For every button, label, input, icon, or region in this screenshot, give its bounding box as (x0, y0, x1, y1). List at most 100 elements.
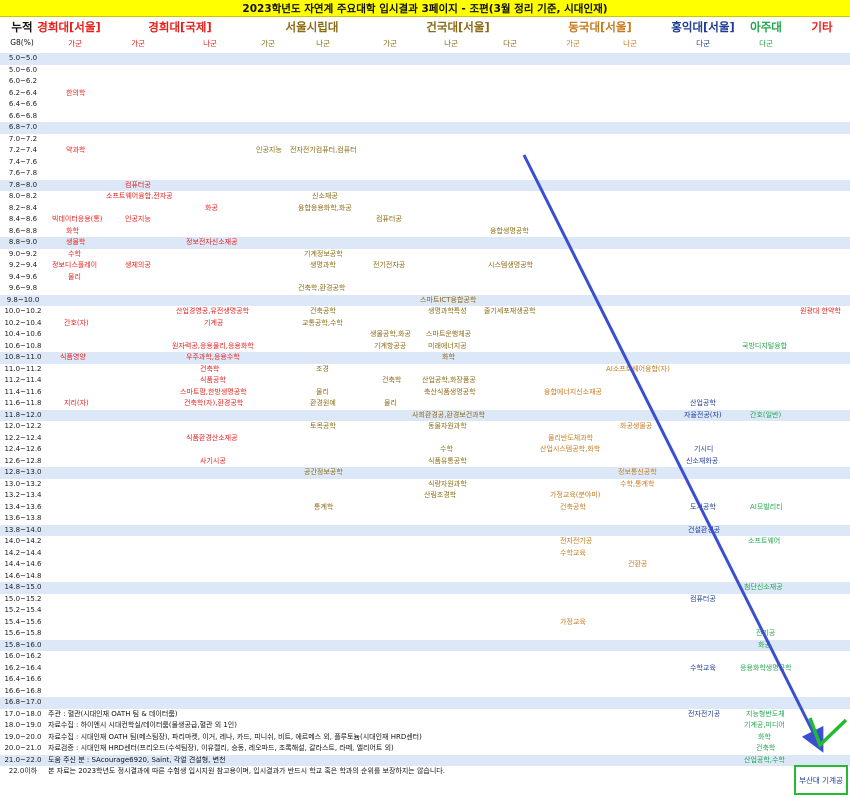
department-entry: 수학 (440, 445, 453, 453)
admission-group-header: 가군 (68, 39, 82, 48)
row-band (0, 53, 850, 65)
department-entry: 컴퓨터공 (376, 215, 402, 223)
department-entry: 생명과학 (310, 261, 336, 269)
score-range-label: 15.8~16.0 (4, 640, 42, 649)
department-entry: 도시공학 (690, 502, 716, 511)
score-range-label: 16.0~16.2 (4, 652, 42, 660)
department-entry: 식품영양 (60, 353, 86, 361)
department-entry: 융합에너지신소재공 (544, 387, 602, 396)
score-range-label: 16.6~16.8 (4, 686, 42, 695)
score-range-label: 14.2~14.4 (4, 548, 42, 557)
score-range-label: 8.8~9.0 (8, 238, 38, 246)
department-entry: 전자전기공 (560, 537, 593, 545)
score-range-label: 9.8~10.0 (6, 295, 40, 304)
score-range-label: 6.8~7.0 (8, 123, 38, 131)
department-entry: 산림조경학 (424, 491, 457, 499)
score-range-label: 14.4~14.6 (4, 560, 42, 568)
score-range-label: 11.6~11.8 (4, 399, 42, 407)
score-range-label: 9.2~9.4 (8, 261, 38, 269)
department-entry: 생물학 (66, 238, 86, 246)
department-entry: 산업공학 (690, 399, 716, 407)
department-entry: 통계학 (314, 502, 334, 511)
credit-note: 주관 : 혈관(시대인재 OATH 팀 & 데이터룸) (48, 709, 178, 718)
department-entry: 원자력공,응용물리,응용화학 (172, 341, 254, 350)
department-entry: 화학 (66, 226, 79, 235)
score-range-label: 20.0~21.0 (4, 744, 42, 752)
department-entry: 가정교육(분야미) (550, 491, 601, 499)
department-entry: 인공지능 (256, 146, 282, 154)
score-range-label: 16.4~16.6 (4, 675, 42, 683)
department-entry: 자율전공(자) (684, 410, 722, 419)
department-entry: 화공 (205, 203, 218, 212)
score-range-label: 15.6~15.8 (4, 629, 42, 637)
score-range-label: 9.0~9.2 (8, 249, 38, 258)
score-range-label: 14.6~14.8 (4, 571, 42, 580)
score-range-label: 12.6~12.8 (4, 456, 42, 465)
department-entry: 공간정보공학 (304, 468, 343, 476)
university-header: 홍익대[서울] (671, 20, 735, 34)
department-entry: 수학교육 (690, 663, 716, 672)
score-range-label: 10.8~11.0 (4, 353, 42, 361)
score-range-label: 19.0~20.0 (4, 732, 42, 741)
department-entry: 간호(자) (64, 318, 89, 327)
score-range-label: 17.0~18.0 (4, 709, 42, 718)
admission-group-header: 다군 (759, 39, 773, 48)
admission-group-header: 나군 (316, 39, 330, 48)
score-range-label: 12.8~13.0 (4, 468, 42, 476)
score-range-label: 8.0~8.2 (8, 192, 38, 200)
score-range-label: 7.8~8.0 (8, 180, 38, 189)
department-entry: 원광대 한약학 (800, 307, 841, 315)
department-entry: 응용화학생명공학 (740, 663, 792, 672)
department-entry: 건설환경공 (688, 525, 721, 534)
corner-sublabel: G8(%) (10, 38, 34, 47)
department-entry: 생체의공 (125, 261, 151, 269)
department-entry: 건환공 (628, 560, 648, 568)
department-entry: 건축공학 (310, 307, 336, 315)
department-entry: 토목공학 (310, 422, 336, 430)
score-range-label: 6.6~6.8 (8, 111, 38, 120)
score-range-label: 5.0~5.0 (8, 54, 38, 62)
row-band (0, 237, 850, 249)
department-entry: 지리(자) (64, 399, 89, 407)
department-entry: AI소프트웨어융합(자) (606, 364, 670, 373)
score-range-label: 10.2~10.4 (4, 318, 42, 327)
department-entry: 건축학 (200, 364, 220, 373)
score-range-label: 6.0~6.2 (8, 77, 38, 85)
score-range-label: 7.2~7.4 (8, 146, 38, 154)
university-header: 서울시립대 (285, 20, 339, 34)
department-entry: 시스템생명공학 (488, 261, 534, 269)
row-band (0, 582, 850, 594)
department-entry: 조경 (316, 364, 329, 373)
department-entry: 물리 (316, 387, 329, 396)
department-entry: 약과학 (66, 146, 86, 154)
corner-label: 누적 (11, 20, 33, 34)
credit-note: 자료검증 : 시대인재 HRD센터(프리오드(수석팀장), 이유캘리, 승동, … (48, 744, 394, 752)
admission-group-header: 나군 (623, 39, 637, 48)
department-entry: 정보디스플레이 (52, 261, 98, 269)
admission-group-header: 나군 (203, 39, 217, 48)
department-entry: 스마트ICT융합공학 (420, 295, 477, 304)
university-header: 아주대 (750, 20, 782, 34)
score-range-label: 21.0~22.0 (4, 755, 42, 764)
score-range-label: 8.4~8.6 (8, 215, 38, 223)
department-entry: 기시디 (694, 445, 714, 453)
university-header: 건국대[서울] (426, 20, 490, 34)
department-entry: 미래에너지공 (428, 341, 467, 350)
score-range-label: 13.4~13.6 (4, 502, 42, 511)
score-range-label: 16.8~17.0 (4, 698, 42, 706)
department-entry: 지능형반도체 (746, 709, 785, 718)
department-entry: 환경원예 (310, 399, 336, 407)
row-band (0, 352, 850, 364)
row-band (0, 122, 850, 134)
department-entry: 산업공학,화장품공 (422, 376, 476, 384)
department-entry: 기계공 (204, 318, 224, 327)
university-header: 기타 (811, 20, 833, 34)
department-entry: 첨단신소재공 (744, 583, 783, 591)
score-range-label: 11.0~11.2 (4, 364, 42, 373)
department-entry: 건축학 (756, 744, 776, 752)
department-entry: 컴퓨터공 (125, 180, 151, 189)
department-entry: AI모빌리티 (750, 502, 783, 511)
admission-group-header: 가군 (261, 39, 275, 48)
score-range-label: 9.4~9.6 (8, 272, 38, 281)
score-range-label: 15.2~15.4 (4, 606, 42, 614)
